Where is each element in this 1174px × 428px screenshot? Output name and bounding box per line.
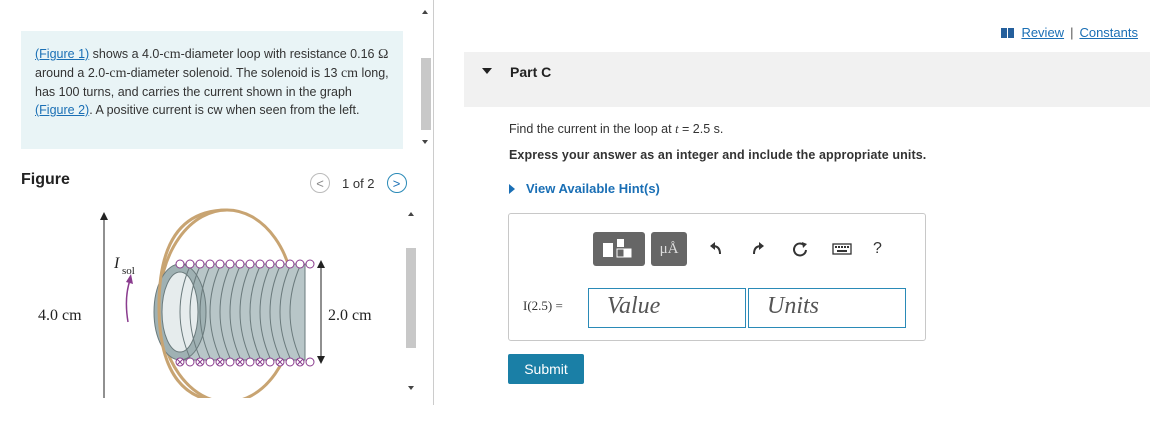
expand-triangle-icon xyxy=(509,183,515,194)
question-end: = 2.5 s. xyxy=(678,122,724,136)
collapse-triangle-icon[interactable] xyxy=(482,68,492,74)
units-input[interactable]: Units xyxy=(748,288,906,328)
solenoid-diameter-label: 2.0 cm xyxy=(328,307,372,324)
separator: | xyxy=(1070,25,1074,40)
answer-box: μÅ ? I(2.5) = Value Units xyxy=(508,213,926,341)
undo-icon[interactable] xyxy=(705,238,727,260)
prev-figure-button[interactable]: < xyxy=(310,173,330,193)
template-icon xyxy=(603,239,632,258)
units-button[interactable]: μÅ xyxy=(651,232,687,266)
panel-divider xyxy=(433,0,434,405)
value-input[interactable]: Value xyxy=(588,288,746,328)
constants-link[interactable]: Constants xyxy=(1079,25,1138,40)
submit-button[interactable]: Submit xyxy=(508,354,584,384)
unit-cm: cm xyxy=(109,66,127,81)
unit-cm: cm xyxy=(163,47,181,62)
part-title: Part C xyxy=(510,64,552,80)
scroll-up-icon[interactable] xyxy=(408,212,414,216)
loop-diameter-label: 4.0 cm xyxy=(38,307,82,324)
review-constants-links: Review | Constants xyxy=(1001,25,1138,40)
book-icon xyxy=(1001,27,1015,38)
answer-label: I(2.5) = xyxy=(523,298,563,313)
redo-icon[interactable] xyxy=(747,238,769,260)
figure-scrollbar[interactable] xyxy=(404,208,418,398)
help-button[interactable]: ? xyxy=(873,240,882,258)
solenoid-loop-diagram: I sol 4.0 cm 2.0 cm xyxy=(38,208,372,404)
problem-statement: (Figure 1) shows a 4.0-cm-diameter loop … xyxy=(21,31,403,149)
next-figure-button[interactable]: > xyxy=(386,173,407,193)
scroll-up-icon[interactable] xyxy=(422,10,428,14)
part-header[interactable]: Part C xyxy=(464,52,1150,107)
question-start: Find the current in the loop at xyxy=(509,122,676,136)
scroll-down-icon[interactable] xyxy=(408,386,414,390)
reset-icon[interactable] xyxy=(789,238,811,260)
scroll-down-icon[interactable] xyxy=(422,140,428,144)
figure-page-count: 1 of 2 xyxy=(342,175,375,191)
hint-toggle[interactable]: View Available Hint(s) xyxy=(509,181,660,196)
scrollbar-thumb[interactable] xyxy=(421,58,431,130)
left-panel: (Figure 1) shows a 4.0-cm-diameter loop … xyxy=(0,0,434,428)
problem-text-1: shows a 4.0- xyxy=(89,47,164,61)
current-label: I xyxy=(113,255,120,272)
keyboard-icon[interactable] xyxy=(831,238,853,260)
current-label-sub: sol xyxy=(122,265,135,277)
figure-title: Figure xyxy=(21,171,70,188)
problem-text-2: -diameter loop with resistance 0.16 xyxy=(180,47,378,61)
review-link[interactable]: Review xyxy=(1021,25,1064,40)
problem-text-6: . A positive current is cw when seen fro… xyxy=(89,103,360,117)
figure-2-link[interactable]: (Figure 2) xyxy=(35,103,89,117)
hint-label: View Available Hint(s) xyxy=(526,181,660,196)
problem-text-3: around a 2.0- xyxy=(35,66,110,80)
problem-text-4: -diameter solenoid. The solenoid is 13 xyxy=(126,66,341,80)
problem-scrollbar[interactable] xyxy=(418,0,432,160)
figure-pager: < 1 of 2 > xyxy=(310,173,407,193)
unit-ohm: Ω xyxy=(377,47,389,62)
figure-1-link[interactable]: (Figure 1) xyxy=(35,47,89,61)
unit-cm: cm xyxy=(340,66,359,81)
question-text: Find the current in the loop at t = 2.5 … xyxy=(509,122,723,137)
answer-instruction: Express your answer as an integer and in… xyxy=(509,148,927,162)
template-button[interactable] xyxy=(593,232,645,266)
figure-image: I sol 4.0 cm 2.0 cm xyxy=(20,208,410,404)
scrollbar-thumb[interactable] xyxy=(406,248,416,348)
